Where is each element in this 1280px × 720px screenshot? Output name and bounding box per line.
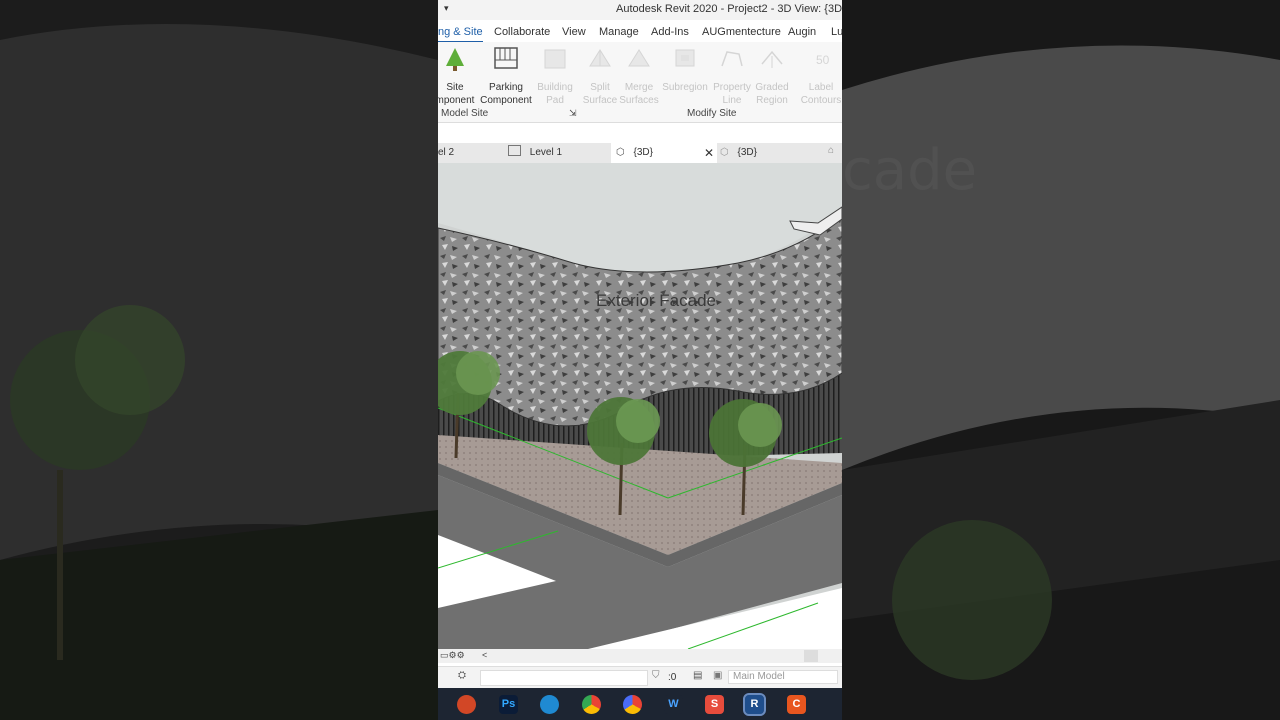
label-contours-button[interactable]: 50 Label Contours [794, 46, 842, 107]
view-tab-label: el 2 [438, 147, 455, 158]
3d-viewport[interactable]: Exterior Facade [438, 163, 842, 649]
status-bar: ⛭ ⛉ :0 ▤ ▣ Main Model [438, 666, 842, 689]
dropdown-arrow-icon[interactable]: ▾ [444, 3, 449, 14]
merge-surfaces-label-2: Surfaces [619, 95, 659, 106]
chrome-profile-icon[interactable] [623, 695, 642, 714]
property-line-icon [721, 51, 743, 67]
view-scale-icon[interactable]: ▭⚙⚙ [440, 650, 465, 661]
revit-window: ▾ Autodesk Revit 2020 - Project2 - 3D Vi… [438, 0, 842, 720]
3d-cube-icon: ⬡ [616, 147, 625, 158]
3d-cube-icon: ⬡ [720, 147, 729, 158]
3d-model-scene: Exterior Facade [438, 163, 842, 649]
view-tabs: el 2 Level 1 ⬡ {3D} ✕ ⬡ {3D} ⌂ [438, 143, 842, 163]
blurred-background-left [0, 0, 438, 720]
graded-region-label-1: Graded [755, 82, 789, 93]
nav-arrow-button[interactable]: < [482, 650, 487, 660]
webflow-icon[interactable]: W [664, 695, 683, 714]
title-bar: ▾ Autodesk Revit 2020 - Project2 - 3D Vi… [438, 0, 842, 20]
subregion-button[interactable]: Subregion [658, 46, 712, 94]
view-tab-label: {3D} [737, 147, 757, 158]
view-control-bar: ▭⚙⚙ < [438, 649, 842, 663]
photoshop-icon[interactable]: Ps [499, 695, 518, 714]
windows-taskbar: Ps W S R C [438, 688, 842, 720]
subregion-icon [675, 49, 695, 67]
scroll-handle[interactable] [804, 650, 818, 662]
background-scene-right [842, 0, 1280, 720]
panel-modify-site: Modify Site [687, 108, 737, 119]
tab-view[interactable]: View [562, 26, 586, 38]
site-component-button[interactable]: Site mponent [438, 46, 482, 107]
tab-manage[interactable]: Manage [599, 26, 639, 38]
tab-collaborate[interactable]: Collaborate [494, 26, 550, 38]
building-pad-icon [544, 49, 566, 69]
model-dropdown-icon[interactable]: ▣ [713, 670, 722, 681]
design-options-icon[interactable]: ▤ [693, 670, 702, 681]
site-component-label-1: Site [446, 82, 464, 93]
panel-model-site: Model Site [441, 108, 489, 119]
view-tab-3d-active[interactable]: ⬡ {3D} ✕ [611, 143, 717, 163]
merge-surfaces-icon [628, 49, 650, 67]
parking-component-label-1: Parking [489, 82, 523, 93]
tab-massing-site[interactable]: ng & Site [438, 26, 483, 42]
label-contours-icon: 50 [816, 53, 830, 67]
view-tab-label: {3D} [633, 147, 653, 158]
tab-augin[interactable]: Augin [788, 26, 816, 38]
powerpoint-icon[interactable] [457, 695, 476, 714]
status-input[interactable] [480, 670, 648, 686]
close-icon[interactable]: ✕ [704, 143, 714, 163]
split-surface-icon [589, 49, 611, 67]
app-c-icon[interactable]: C [787, 695, 806, 714]
subregion-label-1: Subregion [662, 82, 708, 93]
background-scene-left [0, 0, 438, 720]
tab-augmentecture[interactable]: AUGmentecture [702, 26, 781, 38]
background-facade-text: cade [842, 138, 978, 203]
blurred-background-right: cade [842, 0, 1280, 720]
parking-component-button[interactable]: Parking Component [479, 46, 533, 107]
ribbon-tabs: ng & Site Collaborate View Manage Add-In… [438, 22, 842, 42]
tree-icon [446, 48, 464, 71]
sketchup-icon[interactable]: S [705, 695, 724, 714]
parking-icon [494, 47, 518, 69]
revit-icon[interactable]: R [743, 693, 766, 716]
svg-text:50: 50 [816, 53, 830, 67]
site-component-label-2: mponent [438, 95, 475, 106]
panel-launcher-icon[interactable]: ⇲ [569, 108, 577, 119]
ribbon-panel: Site mponent Parking Component Building … [438, 42, 842, 123]
model-text-exterior-facade[interactable]: Exterior Facade [596, 291, 716, 310]
tab-lu[interactable]: Lu [831, 26, 842, 38]
filter-icon[interactable]: ⛉ [652, 670, 660, 681]
graded-region-label-2: Region [756, 95, 788, 106]
graded-region-button[interactable]: Graded Region [745, 46, 799, 107]
parking-component-label-2: Component [480, 95, 532, 106]
floor-plan-icon [508, 145, 521, 156]
main-model-dropdown[interactable]: Main Model [728, 670, 838, 684]
view-tab-level-2[interactable]: el 2 [438, 143, 504, 163]
tab-add-ins[interactable]: Add-Ins [651, 26, 689, 38]
window-title: Autodesk Revit 2020 - Project2 - 3D View… [616, 3, 842, 15]
chrome-icon[interactable] [582, 695, 601, 714]
worksharing-icon[interactable]: ⛭ [458, 670, 466, 681]
view-tab-3d[interactable]: ⬡ {3D} [720, 143, 830, 163]
view-tab-level-1[interactable]: Level 1 [508, 143, 608, 163]
edge-icon[interactable] [540, 695, 559, 714]
graded-region-icon [761, 50, 783, 68]
selection-count: :0 [668, 672, 677, 683]
label-contours-label-1: Label [808, 82, 834, 93]
view-tab-label: Level 1 [529, 147, 563, 158]
label-contours-label-2: Contours [800, 95, 842, 106]
home-icon[interactable]: ⌂ [828, 145, 834, 156]
